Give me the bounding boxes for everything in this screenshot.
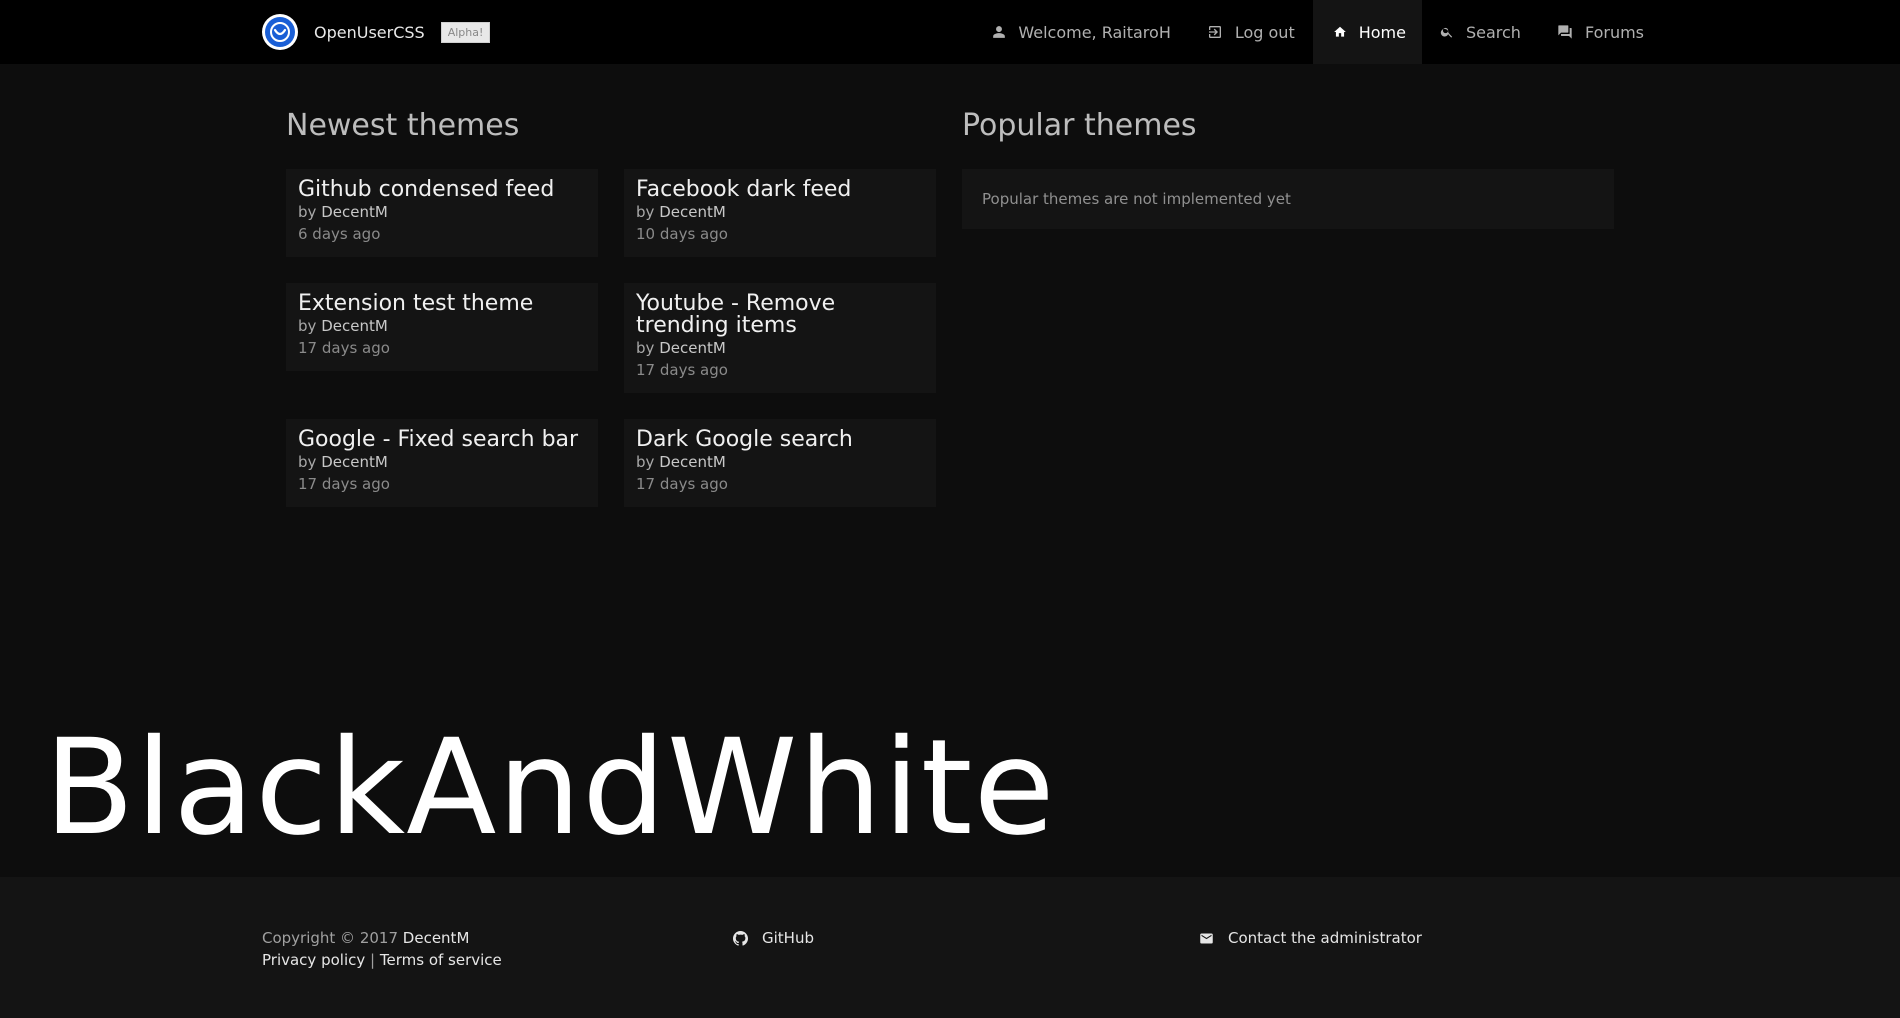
newest-themes-title: Newest themes — [286, 108, 520, 143]
legal-links: Privacy policy | Terms of service — [262, 949, 502, 971]
theme-author: by DecentM — [298, 317, 388, 335]
popular-themes-title: Popular themes — [962, 108, 1197, 143]
top-navbar: OpenUserCSS Alpha! Welcome, RaitaroH Log… — [0, 0, 1900, 64]
forum-icon — [1558, 25, 1572, 39]
theme-card[interactable]: Github condensed feed by DecentM 6 days … — [286, 169, 598, 257]
search-icon — [1440, 27, 1453, 38]
person-icon — [993, 26, 1006, 38]
theme-card[interactable]: Google - Fixed search bar by DecentM 17 … — [286, 419, 598, 507]
github-link[interactable]: GitHub — [733, 927, 814, 949]
copyright-line: Copyright © 2017 DecentM — [262, 929, 470, 947]
theme-author: by DecentM — [636, 339, 726, 357]
theme-time: 17 days ago — [298, 475, 390, 493]
footer-legal: Copyright © 2017 DecentM Privacy policy … — [262, 927, 502, 971]
theme-title: Facebook dark feed — [636, 177, 852, 202]
theme-time: 10 days ago — [636, 225, 728, 243]
theme-card[interactable]: Youtube - Remove trending items by Decen… — [624, 283, 936, 393]
mail-icon — [1200, 933, 1213, 943]
nav-item-search[interactable]: Search — [1422, 0, 1539, 64]
home-icon — [1333, 26, 1346, 37]
nav-item-forums[interactable]: Forums — [1539, 0, 1662, 64]
theme-title: Dark Google search — [636, 427, 853, 452]
theme-card[interactable]: Dark Google search by DecentM 17 days ag… — [624, 419, 936, 507]
theme-time: 17 days ago — [636, 475, 728, 493]
privacy-policy-link[interactable]: Privacy policy — [262, 951, 365, 969]
contact-admin-link[interactable]: Contact the administrator — [1199, 927, 1422, 949]
nav-item-logout[interactable]: Log out — [1189, 0, 1313, 64]
logout-icon — [1208, 26, 1221, 38]
theme-time: 17 days ago — [298, 339, 390, 357]
theme-time: 17 days ago — [636, 361, 728, 379]
nav-item-home[interactable]: Home — [1312, 0, 1422, 64]
terms-of-service-link[interactable]: Terms of service — [380, 951, 502, 969]
theme-title: Youtube - Remove trending items — [636, 291, 836, 338]
nav-item-label: Welcome, RaitaroH — [1018, 22, 1171, 42]
theme-author: by DecentM — [298, 203, 388, 221]
footer: Copyright © 2017 DecentM Privacy policy … — [0, 877, 1900, 1018]
theme-title: Extension test theme — [298, 291, 534, 316]
theme-title: Google - Fixed search bar — [298, 427, 579, 452]
github-icon — [733, 930, 748, 946]
page: OpenUserCSS Alpha! Welcome, RaitaroH Log… — [0, 0, 1900, 1018]
nav-item-label: Forums — [1584, 22, 1644, 42]
logo-icon — [262, 14, 298, 50]
brand[interactable]: OpenUserCSS Alpha! — [262, 14, 491, 50]
github-label: GitHub — [762, 929, 814, 947]
nav-item-label: Log out — [1234, 22, 1295, 42]
overlay-text: BlackAndWhite — [44, 711, 1056, 865]
alpha-badge: Alpha! — [440, 21, 491, 43]
nav-menu: Welcome, RaitaroH Log out Home Search Fo… — [974, 0, 1662, 64]
separator: | — [370, 951, 376, 969]
nav-item-label: Search — [1465, 22, 1521, 42]
copyright-owner-link[interactable]: DecentM — [403, 929, 470, 947]
theme-author: by DecentM — [636, 203, 726, 221]
theme-author: by DecentM — [298, 453, 388, 471]
theme-time: 6 days ago — [298, 225, 381, 243]
theme-author: by DecentM — [636, 453, 726, 471]
theme-card[interactable]: Facebook dark feed by DecentM 10 days ag… — [624, 169, 936, 257]
popular-themes-message: Popular themes are not implemented yet — [962, 169, 1614, 229]
nav-item-welcome[interactable]: Welcome, RaitaroH — [974, 0, 1189, 64]
brand-name: OpenUserCSS — [314, 22, 425, 42]
contact-label: Contact the administrator — [1228, 929, 1422, 947]
theme-card[interactable]: Extension test theme by DecentM 17 days … — [286, 283, 598, 371]
nav-item-label: Home — [1358, 22, 1406, 42]
theme-title: Github condensed feed — [298, 177, 555, 202]
